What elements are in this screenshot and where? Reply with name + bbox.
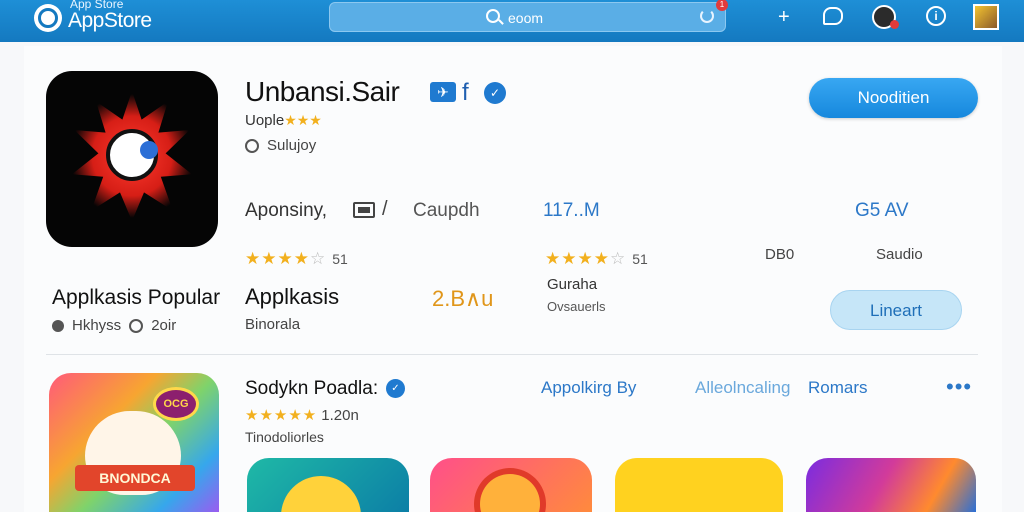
section-subtitle: Tinodoliorles [245, 429, 324, 445]
category-label: Sulujoy [267, 137, 317, 154]
developer-name[interactable]: Uople [245, 112, 284, 129]
category-line: Sulujoy [245, 137, 316, 154]
profile-thumbnail[interactable] [973, 4, 999, 30]
second-title: Applkasis [245, 284, 340, 309]
chat-icon[interactable] [823, 7, 843, 25]
rooster-graphic [106, 129, 158, 181]
info-label: Gurahа [547, 276, 598, 293]
search-icon [486, 9, 500, 23]
logo-title[interactable]: AppStore [68, 9, 152, 33]
meta-size: 117..M [543, 200, 600, 221]
meta-category: Caupdh [413, 200, 480, 221]
section-subtitle: Applkasis Popular [52, 286, 221, 309]
stat-label: DB0 [765, 246, 795, 263]
stars-off: ☆ [609, 249, 627, 268]
avatar[interactable] [872, 5, 899, 29]
rating-count: 51 [632, 251, 648, 267]
facebook-icon[interactable]: f [462, 79, 469, 107]
rating-count: 51 [332, 251, 348, 267]
info-icon[interactable]: i [926, 6, 946, 26]
section-rating: ★★★★★ 1.20n [245, 406, 359, 424]
screen-icon [353, 202, 375, 218]
plane-badge-icon: ✈ [430, 82, 456, 102]
stat-label-2: Saudio [876, 246, 923, 263]
app-icon-cat[interactable]: OCG BNONDCA [49, 373, 219, 512]
section-meta-2: 2oir [151, 317, 177, 334]
clock-icon [245, 138, 259, 153]
app-tile-2[interactable] [430, 458, 592, 512]
stars-off: ☆ [309, 249, 327, 268]
stars-on: ★★★★ [245, 249, 310, 268]
app-tile-4[interactable] [806, 458, 976, 512]
more-options-icon[interactable]: ••• [946, 374, 972, 400]
app-tile-3[interactable] [615, 458, 783, 512]
stars-on: ★★★★ [545, 249, 610, 268]
refresh-icon[interactable] [700, 9, 714, 23]
app-title: Unbansi.Sair [245, 76, 400, 107]
section-stars: ★★★★★ [245, 407, 318, 424]
app-tile-1[interactable] [247, 458, 409, 512]
info-sublabel: Ovsauerls [547, 299, 606, 314]
icon-tag: OCG [153, 387, 199, 421]
section-rating-count: 1.20n [321, 407, 359, 424]
meta-publisher: Aponsiny, [245, 200, 328, 221]
icon-ribbon: BNONDCA [75, 465, 195, 491]
slash-icon: / [382, 198, 388, 220]
tab-1[interactable]: Appolkirg By [541, 378, 636, 398]
secondary-action-button[interactable]: Lineart [830, 290, 962, 330]
section-title[interactable]: Sodykn Poadla: [245, 378, 378, 400]
rating-mid: ★★★★☆ 51 [545, 249, 648, 269]
tab-3[interactable]: Romars [808, 378, 868, 398]
rating-left: ★★★★☆ 51 [245, 249, 348, 269]
notification-badge: 1 [716, 0, 728, 11]
top-bar: App Store AppStore eoom 1 + i [0, 0, 1024, 42]
clock-icon [129, 318, 144, 333]
user-icon [52, 319, 64, 332]
search-input[interactable]: eoom [508, 10, 543, 26]
age-badge: 2.B∧u [432, 286, 494, 311]
appstore-logo-icon[interactable] [34, 4, 62, 32]
section-meta: Hkhyss 2oir [52, 317, 176, 334]
developer-stars: ★★★ [284, 112, 322, 128]
tab-2[interactable]: Alleolncaling [695, 378, 790, 398]
second-subtitle: Binorala [245, 316, 301, 333]
primary-action-button[interactable]: Nooditien [809, 78, 978, 118]
search-bar[interactable]: eoom 1 [329, 0, 728, 32]
plus-icon[interactable]: + [778, 6, 790, 28]
section-meta-1: Hkhyss [72, 317, 122, 334]
verified-icon: ✓ [484, 82, 506, 104]
verified-icon: ✓ [386, 379, 405, 398]
divider [46, 354, 978, 355]
app-icon-rooster[interactable] [46, 71, 218, 247]
meta-age: G5 AV [855, 200, 909, 221]
developer-line: Uople★★★ [245, 112, 322, 129]
